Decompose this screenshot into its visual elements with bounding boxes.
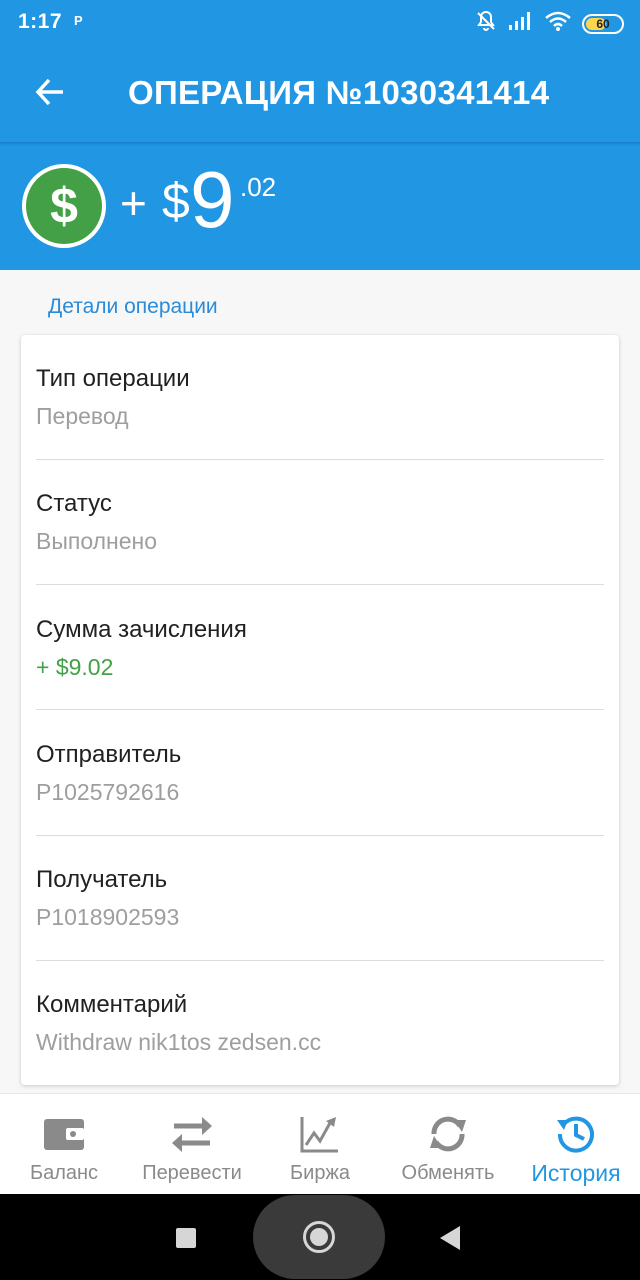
divider bbox=[36, 960, 604, 961]
nav-label: Перевести bbox=[142, 1162, 242, 1184]
recents-button[interactable] bbox=[176, 1228, 196, 1248]
dollar-coin-icon: $ bbox=[22, 164, 106, 248]
page-title: ОПЕРАЦИЯ №1030341414 bbox=[128, 74, 550, 111]
chart-icon bbox=[298, 1112, 342, 1156]
back-triangle-button[interactable] bbox=[440, 1226, 460, 1250]
nav-item-history[interactable]: История bbox=[512, 1094, 640, 1195]
nav-item-exchange-market[interactable]: Биржа bbox=[256, 1094, 384, 1195]
battery-percent: 60 bbox=[596, 16, 610, 31]
detail-row-recipient: Получатель P1018902593 bbox=[36, 866, 604, 931]
detail-row-type: Тип операции Перевод bbox=[36, 365, 604, 430]
detail-value: P1018902593 bbox=[36, 904, 180, 930]
nav-label: Биржа bbox=[290, 1162, 350, 1184]
detail-row-comment: Комментарий Withdraw nik1tos zedsen.cc bbox=[36, 991, 604, 1056]
app-bar: ОПЕРАЦИЯ №1030341414 bbox=[0, 44, 640, 142]
amount-sign: + bbox=[120, 177, 147, 229]
detail-value: Перевод bbox=[36, 403, 129, 429]
detail-value-amount: + $9.02 bbox=[36, 654, 114, 680]
detail-row-status: Статус Выполнено bbox=[36, 490, 604, 555]
amount-currency: $ bbox=[162, 173, 190, 229]
coin-symbol: $ bbox=[26, 168, 102, 244]
home-dot-icon bbox=[310, 1228, 328, 1246]
divider bbox=[36, 584, 604, 585]
bottom-navigation: Баланс Перевести Биржа Обменять История bbox=[0, 1093, 640, 1194]
transfer-arrows-icon bbox=[170, 1112, 214, 1156]
history-icon bbox=[554, 1112, 598, 1156]
system-navigation-bar bbox=[0, 1194, 640, 1280]
nav-label: История bbox=[531, 1160, 621, 1186]
signal-icon bbox=[508, 11, 534, 36]
amount-integer: 9 bbox=[190, 155, 235, 244]
amount-cents: .02 bbox=[240, 172, 277, 202]
detail-value: P1025792616 bbox=[36, 779, 180, 805]
exchange-icon bbox=[426, 1112, 470, 1156]
amount-header: $ + $ 9 .02 bbox=[0, 146, 640, 270]
notifications-off-icon bbox=[474, 9, 498, 38]
detail-label: Отправитель bbox=[36, 741, 182, 768]
detail-value: Выполнено bbox=[36, 528, 158, 554]
detail-label: Статус bbox=[36, 490, 112, 517]
back-button[interactable] bbox=[30, 72, 70, 112]
detail-label: Получатель bbox=[36, 866, 168, 893]
nav-item-balance[interactable]: Баланс bbox=[0, 1094, 128, 1195]
arrow-left-icon bbox=[35, 78, 63, 106]
nav-label: Баланс bbox=[29, 1162, 99, 1184]
detail-label: Тип операции bbox=[36, 365, 190, 392]
detail-row-amount: Сумма зачисления + $9.02 bbox=[36, 616, 604, 681]
nav-label: Обменять bbox=[401, 1162, 495, 1184]
status-icons: 60 bbox=[474, 9, 624, 38]
divider bbox=[36, 835, 604, 836]
nav-item-swap[interactable]: Обменять bbox=[384, 1094, 512, 1195]
divider bbox=[36, 459, 604, 460]
details-card: Тип операции Перевод Статус Выполнено Су… bbox=[21, 335, 619, 1085]
home-button[interactable] bbox=[303, 1221, 335, 1253]
wifi-icon bbox=[544, 10, 572, 37]
divider bbox=[36, 709, 604, 710]
detail-row-sender: Отправитель P1025792616 bbox=[36, 741, 604, 806]
battery-icon: 60 bbox=[582, 13, 624, 34]
section-title: Детали операции bbox=[48, 295, 218, 318]
app-indicator: P bbox=[74, 13, 83, 28]
nav-item-transfer[interactable]: Перевести bbox=[128, 1094, 256, 1195]
wallet-icon bbox=[42, 1112, 86, 1156]
detail-label: Комментарий bbox=[36, 991, 188, 1018]
detail-label: Сумма зачисления bbox=[36, 616, 247, 643]
status-time: 1:17 bbox=[18, 10, 63, 33]
detail-value: Withdraw nik1tos zedsen.cc bbox=[36, 1029, 322, 1055]
status-bar: 1:17 P 60 bbox=[0, 0, 640, 44]
